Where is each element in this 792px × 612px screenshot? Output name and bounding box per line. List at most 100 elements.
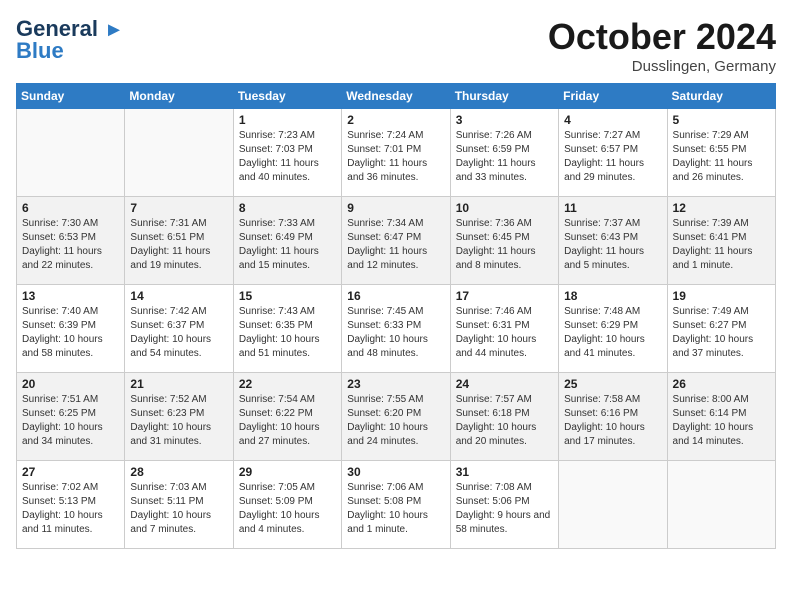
calendar-cell: 24Sunrise: 7:57 AMSunset: 6:18 PMDayligh… — [450, 373, 558, 461]
calendar-cell: 20 Sunrise: 7:51 AMSunset: 6:25 PMDayligh… — [17, 373, 125, 461]
calendar-cell: 4Sunrise: 7:27 AMSunset: 6:57 PMDaylight… — [559, 109, 667, 197]
day-number: 13 — [22, 289, 119, 303]
calendar-cell: 7 Sunrise: 7:31 AMSunset: 6:51 PMDaylight… — [125, 197, 233, 285]
day-detail: Sunrise: 7:34 AMSunset: 6:47 PMDaylight:… — [347, 217, 444, 273]
day-detail: Sunrise: 7:46 AMSunset: 6:31 PMDaylight:… — [456, 305, 553, 361]
week-row-3: 13 Sunrise: 7:40 AMSunset: 6:39 PMDayligh… — [17, 285, 776, 373]
day-detail: Sunrise: 7:30 AMSunset: 6:53 PMDaylight:… — [22, 217, 119, 273]
day-number: 27 — [22, 465, 119, 479]
day-number: 22 — [239, 377, 336, 391]
calendar-cell: 5 Sunrise: 7:29 AMSunset: 6:55 PMDaylight… — [667, 109, 775, 197]
calendar-cell — [559, 461, 667, 549]
weekday-header-sunday: Sunday — [17, 84, 125, 109]
day-number: 10 — [456, 201, 553, 215]
calendar-cell: 10Sunrise: 7:36 AMSunset: 6:45 PMDayligh… — [450, 197, 558, 285]
day-number: 15 — [239, 289, 336, 303]
day-detail: Sunrise: 7:02 AMSunset: 5:13 PMDaylight:… — [22, 481, 119, 537]
day-detail: Sunrise: 7:51 AMSunset: 6:25 PMDaylight:… — [22, 393, 119, 449]
calendar-cell: 13 Sunrise: 7:40 AMSunset: 6:39 PMDayligh… — [17, 285, 125, 373]
month-title: October 2024 — [548, 16, 776, 58]
calendar-cell: 1 Sunrise: 7:23 AMSunset: 7:03 PMDaylight… — [233, 109, 341, 197]
day-number: 23 — [347, 377, 444, 391]
calendar-cell: 2 Sunrise: 7:24 AMSunset: 7:01 PMDaylight… — [342, 109, 450, 197]
weekday-header-saturday: Saturday — [667, 84, 775, 109]
calendar-cell — [667, 461, 775, 549]
week-row-2: 6 Sunrise: 7:30 AMSunset: 6:53 PMDaylight… — [17, 197, 776, 285]
calendar-cell: 17 Sunrise: 7:46 AMSunset: 6:31 PMDayligh… — [450, 285, 558, 373]
calendar-cell: 8 Sunrise: 7:33 AMSunset: 6:49 PMDaylight… — [233, 197, 341, 285]
day-number: 16 — [347, 289, 444, 303]
weekday-header-row: SundayMondayTuesdayWednesdayThursdayFrid… — [17, 84, 776, 109]
day-number: 29 — [239, 465, 336, 479]
day-number: 26 — [673, 377, 770, 391]
day-detail: Sunrise: 7:55 AMSunset: 6:20 PMDaylight:… — [347, 393, 444, 449]
week-row-4: 20 Sunrise: 7:51 AMSunset: 6:25 PMDayligh… — [17, 373, 776, 461]
day-detail: Sunrise: 7:26 AMSunset: 6:59 PMDaylight:… — [456, 129, 553, 185]
calendar-cell: 6 Sunrise: 7:30 AMSunset: 6:53 PMDaylight… — [17, 197, 125, 285]
day-detail: Sunrise: 7:31 AMSunset: 6:51 PMDaylight:… — [130, 217, 227, 273]
day-number: 17 — [456, 289, 553, 303]
weekday-header-monday: Monday — [125, 84, 233, 109]
day-number: 25 — [564, 377, 661, 391]
day-number: 5 — [673, 113, 770, 127]
calendar-cell: 9 Sunrise: 7:34 AMSunset: 6:47 PMDaylight… — [342, 197, 450, 285]
day-number: 6 — [22, 201, 119, 215]
day-detail: Sunrise: 7:40 AMSunset: 6:39 PMDaylight:… — [22, 305, 119, 361]
day-number: 2 — [347, 113, 444, 127]
weekday-header-thursday: Thursday — [450, 84, 558, 109]
day-detail: Sunrise: 7:08 AMSunset: 5:06 PMDaylight:… — [456, 481, 553, 537]
logo: General ► Blue — [16, 16, 124, 64]
logo-bird-icon: ► — [104, 19, 124, 41]
calendar-cell — [125, 109, 233, 197]
day-detail: Sunrise: 7:06 AMSunset: 5:08 PMDaylight:… — [347, 481, 444, 537]
day-number: 20 — [22, 377, 119, 391]
day-number: 21 — [130, 377, 227, 391]
calendar-cell: 18 Sunrise: 7:48 AMSunset: 6:29 PMDayligh… — [559, 285, 667, 373]
calendar-cell: 11Sunrise: 7:37 AMSunset: 6:43 PMDayligh… — [559, 197, 667, 285]
day-detail: Sunrise: 7:33 AMSunset: 6:49 PMDaylight:… — [239, 217, 336, 273]
calendar-cell: 16Sunrise: 7:45 AMSunset: 6:33 PMDayligh… — [342, 285, 450, 373]
day-detail: Sunrise: 7:42 AMSunset: 6:37 PMDaylight:… — [130, 305, 227, 361]
day-detail: Sunrise: 7:24 AMSunset: 7:01 PMDaylight:… — [347, 129, 444, 185]
day-detail: Sunrise: 7:54 AMSunset: 6:22 PMDaylight:… — [239, 393, 336, 449]
calendar-cell: 21Sunrise: 7:52 AMSunset: 6:23 PMDayligh… — [125, 373, 233, 461]
day-number: 8 — [239, 201, 336, 215]
day-detail: Sunrise: 7:23 AMSunset: 7:03 PMDaylight:… — [239, 129, 336, 185]
calendar-cell: 22 Sunrise: 7:54 AMSunset: 6:22 PMDayligh… — [233, 373, 341, 461]
calendar-cell: 14 Sunrise: 7:42 AMSunset: 6:37 PMDayligh… — [125, 285, 233, 373]
day-detail: Sunrise: 7:58 AMSunset: 6:16 PMDaylight:… — [564, 393, 661, 449]
day-number: 30 — [347, 465, 444, 479]
day-number: 7 — [130, 201, 227, 215]
calendar-cell: 23 Sunrise: 7:55 AMSunset: 6:20 PMDayligh… — [342, 373, 450, 461]
calendar-cell: 12Sunrise: 7:39 AMSunset: 6:41 PMDayligh… — [667, 197, 775, 285]
logo-blue: Blue — [16, 38, 64, 64]
day-number: 18 — [564, 289, 661, 303]
calendar-cell — [17, 109, 125, 197]
day-detail: Sunrise: 7:57 AMSunset: 6:18 PMDaylight:… — [456, 393, 553, 449]
day-detail: Sunrise: 7:03 AMSunset: 5:11 PMDaylight:… — [130, 481, 227, 537]
day-number: 28 — [130, 465, 227, 479]
day-number: 31 — [456, 465, 553, 479]
weekday-header-friday: Friday — [559, 84, 667, 109]
day-detail: Sunrise: 7:48 AMSunset: 6:29 PMDaylight:… — [564, 305, 661, 361]
day-number: 9 — [347, 201, 444, 215]
day-number: 19 — [673, 289, 770, 303]
calendar-cell: 27 Sunrise: 7:02 AMSunset: 5:13 PMDayligh… — [17, 461, 125, 549]
day-number: 14 — [130, 289, 227, 303]
day-detail: Sunrise: 7:27 AMSunset: 6:57 PMDaylight:… — [564, 129, 661, 185]
calendar-cell: 15Sunrise: 7:43 AMSunset: 6:35 PMDayligh… — [233, 285, 341, 373]
title-block: October 2024 Dusslingen, Germany — [548, 16, 776, 75]
weekday-header-wednesday: Wednesday — [342, 84, 450, 109]
day-detail: Sunrise: 7:29 AMSunset: 6:55 PMDaylight:… — [673, 129, 770, 185]
week-row-5: 27 Sunrise: 7:02 AMSunset: 5:13 PMDayligh… — [17, 461, 776, 549]
day-number: 3 — [456, 113, 553, 127]
week-row-1: 1 Sunrise: 7:23 AMSunset: 7:03 PMDaylight… — [17, 109, 776, 197]
location: Dusslingen, Germany — [548, 58, 776, 75]
calendar-cell: 28 Sunrise: 7:03 AMSunset: 5:11 PMDayligh… — [125, 461, 233, 549]
calendar-cell: 3 Sunrise: 7:26 AMSunset: 6:59 PMDaylight… — [450, 109, 558, 197]
day-number: 1 — [239, 113, 336, 127]
day-detail: Sunrise: 7:37 AMSunset: 6:43 PMDaylight:… — [564, 217, 661, 273]
day-detail: Sunrise: 8:00 AMSunset: 6:14 PMDaylight:… — [673, 393, 770, 449]
day-detail: Sunrise: 7:49 AMSunset: 6:27 PMDaylight:… — [673, 305, 770, 361]
calendar-cell: 29Sunrise: 7:05 AMSunset: 5:09 PMDayligh… — [233, 461, 341, 549]
